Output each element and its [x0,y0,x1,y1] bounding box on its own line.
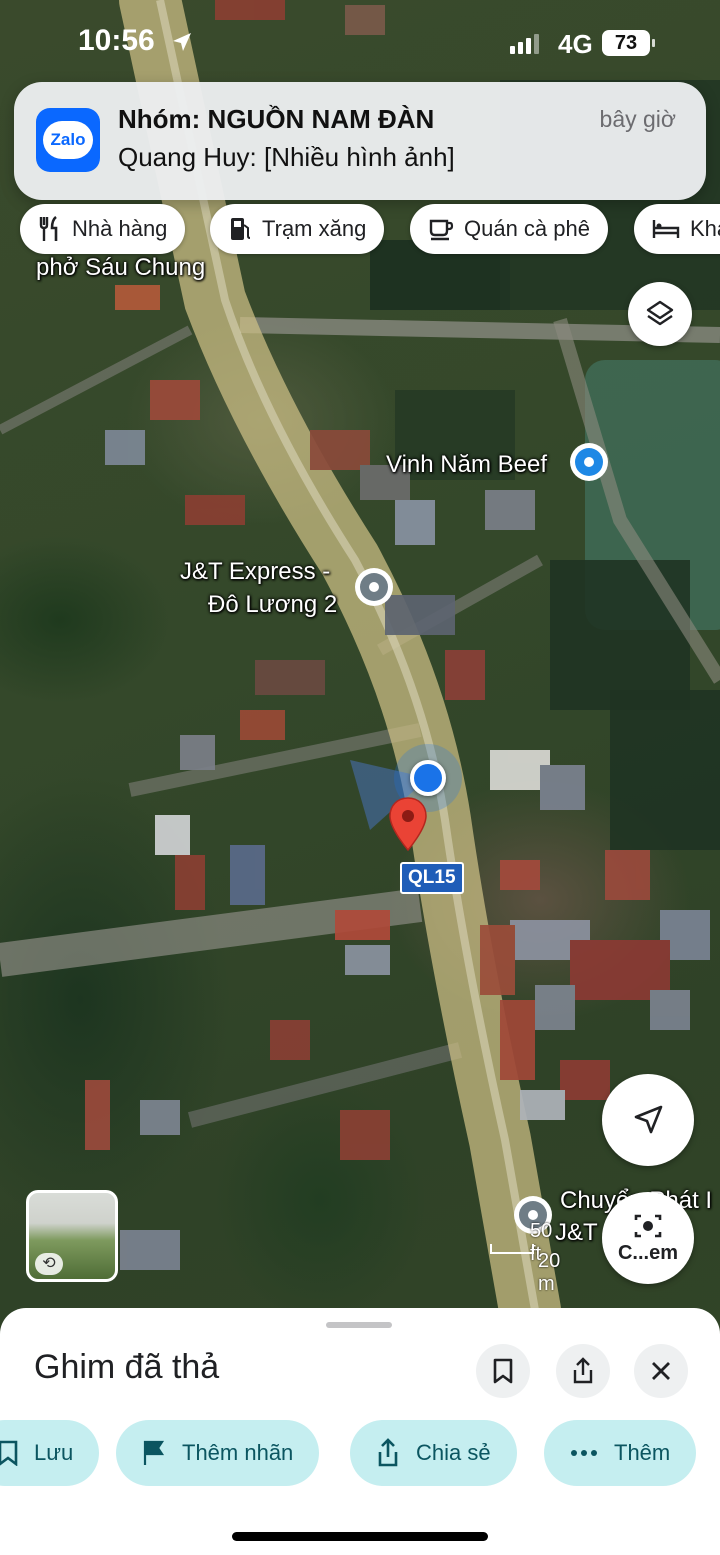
location-arrow-icon [173,33,191,51]
save-action-button[interactable]: Lưu [0,1420,100,1486]
more-icon [571,1450,597,1456]
home-indicator[interactable] [232,1532,488,1541]
share-icon [378,1438,398,1467]
chip-gas-stations[interactable]: Trạm xăng [210,204,385,254]
chip-label: Quán cà phê [464,216,590,241]
chip-label: Nhà hàng [72,216,168,241]
place-bottom-sheet[interactable]: Ghim đã thả Lưu Thêm nhãn Chia sẻ Thêm [0,1308,720,1555]
more-action-button[interactable]: Thêm [544,1420,697,1486]
layers-button[interactable] [628,282,692,346]
camera-search-button[interactable]: C...em [602,1192,694,1284]
zalo-app-icon: Zalo [36,108,100,172]
chip-label: Trạm xăng [262,216,367,241]
coffee-icon [429,219,454,241]
notification-banner[interactable]: Zalo Nhóm: NGUỒN NAM ĐÀN Quang Huy: [Nhi… [14,82,706,200]
close-button[interactable] [634,1344,688,1398]
share-icon [573,1357,593,1384]
status-time: 10:56 [78,24,155,57]
navigation-arrow-icon [634,1105,663,1134]
share-icon-button[interactable] [556,1344,610,1398]
restaurant-icon [39,216,58,241]
chip-hotels[interactable]: Kha [634,204,720,254]
action-label: Thêm [614,1440,671,1465]
signal-bars-icon [510,34,539,54]
zalo-logo-text: Zalo [43,121,93,159]
bookmark-icon [0,1440,18,1466]
map-label-beef[interactable]: Vinh Năm Beef [386,450,547,480]
close-icon [652,1362,670,1380]
layers-icon [646,300,674,326]
gas-station-icon [231,218,251,240]
flag-icon [143,1440,165,1465]
network-type: 4G [558,29,593,59]
current-location-dot [410,760,446,796]
chip-coffee[interactable]: Quán cà phê [410,204,608,254]
action-label: Chia sẻ [416,1440,491,1465]
bookmark-icon [493,1358,513,1384]
chip-restaurants[interactable]: Nhà hàng [20,204,186,254]
action-label: Lưu [34,1440,74,1465]
share-action-button[interactable]: Chia sẻ [350,1420,517,1486]
action-label: Thêm nhãn [182,1440,294,1465]
shopping-pin-icon[interactable] [570,443,608,481]
hotel-icon [652,220,680,238]
poi-pin-icon[interactable] [355,568,393,606]
map-label-jt-1[interactable]: J&T Express - [180,557,330,587]
notification-body: Quang Huy: [Nhiều hình ảnh] [118,142,455,172]
field [610,690,720,850]
red-map-pin-icon[interactable] [388,796,428,852]
camera-button-label: C...em [617,1241,679,1264]
my-location-button[interactable] [602,1074,694,1166]
scale-label-m: 20 m [538,1250,561,1295]
add-label-button[interactable]: Thêm nhãn [116,1420,320,1486]
camera-search-icon [634,1214,662,1237]
save-icon-button[interactable] [476,1344,530,1398]
category-chips: Nhà hàng Trạm xăng Quán cà phê Kha [0,204,720,256]
notification-time: bây giờ [599,106,676,132]
side-road [187,1042,463,1128]
sheet-grabber[interactable] [326,1322,392,1328]
map-label-jt-2[interactable]: Đô Lương 2 [208,590,337,620]
map-label-pho[interactable]: phở Sáu Chung [36,253,205,283]
chip-label: Kha [690,216,720,241]
status-bar: 10:56 4G 73 [0,0,720,80]
battery-icon: 73 [602,30,655,56]
route-shield: QL15 [400,862,464,894]
street-view-thumbnail[interactable]: ⟲ [26,1190,118,1282]
map-label-jt2-2[interactable]: J&T [555,1218,598,1248]
notification-title: Nhóm: NGUỒN NAM ĐÀN [118,104,435,134]
rotate-360-icon: ⟲ [35,1253,63,1275]
scale-bar [490,1244,534,1254]
field [550,560,690,710]
sheet-title: Ghim đã thả [34,1348,220,1386]
